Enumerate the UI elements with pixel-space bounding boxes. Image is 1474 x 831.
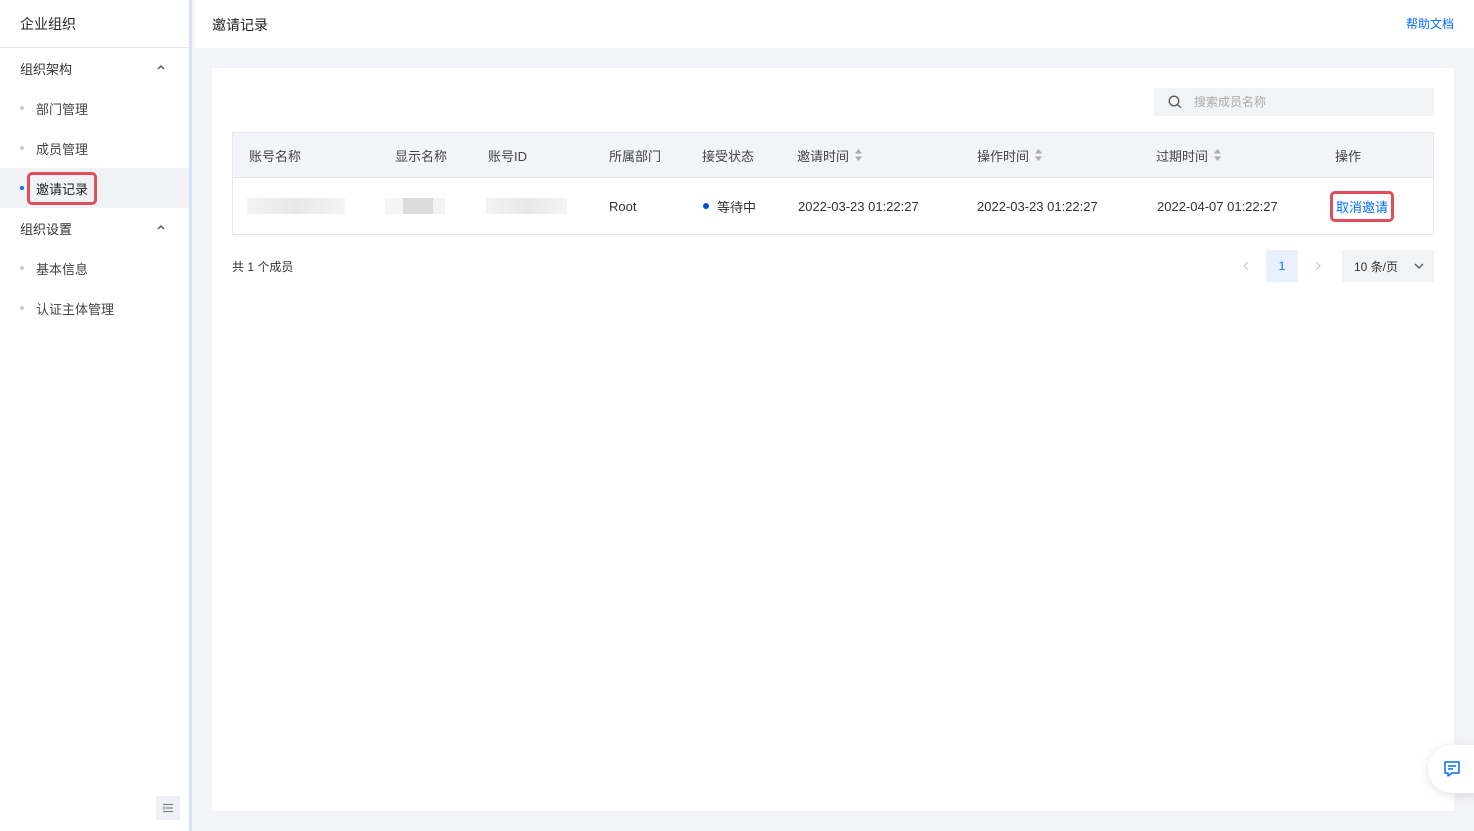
redacted-text [247,198,345,214]
collapse-icon [162,803,173,813]
column-header-department: 所属部门 [609,148,662,164]
column-header-invite-time[interactable]: 邀请时间 [797,133,863,177]
sidebar-item-departments[interactable]: 部门管理 [0,88,189,128]
chevron-up-icon [157,64,165,72]
redacted-text [486,198,567,214]
sidebar-item-label: 基本信息 [36,261,89,277]
app: 企业组织 组织架构 部门管理 成员管理 邀请记录 组织设置 基本信息 认证主体管… [0,0,1474,831]
sidebar-item-basic-info[interactable]: 基本信息 [0,248,189,288]
search-input[interactable] [1194,95,1414,109]
content-panel: 账号名称 显示名称 账号ID 所属部门 接受状态 邀请时间 操作时间 [212,68,1454,811]
chevron-down-icon [1414,263,1424,269]
column-header-operate-time[interactable]: 操作时间 [977,133,1043,177]
status-label: 等待中 [717,199,757,215]
chevron-left-icon [1243,261,1249,271]
sidebar-group-label: 组织设置 [20,221,73,237]
table-row: Root 等待中 2022-03-23 01:22:27 2022-03-23 … [233,178,1433,234]
search-box[interactable] [1154,88,1434,116]
column-header-account-name: 账号名称 [249,148,302,164]
cell-invite-time: 2022-03-23 01:22:27 [798,198,919,214]
sort-icon[interactable] [1034,148,1043,162]
column-header-display-name: 显示名称 [395,148,448,164]
sidebar-title: 企业组织 [0,0,189,48]
cell-account-name [247,178,345,234]
sidebar-item-label: 部门管理 [36,101,89,117]
cell-status: 等待中 [703,178,756,234]
chevron-up-icon [157,224,165,232]
column-header-expire-time[interactable]: 过期时间 [1156,133,1222,177]
page-number-button[interactable]: 1 [1266,250,1298,282]
sort-icon[interactable] [854,148,863,162]
cell-department: Root [609,198,637,214]
column-label: 邀请时间 [797,148,850,164]
page-size-label: 10 条/页 [1354,259,1399,274]
sidebar: 企业组织 组织架构 部门管理 成员管理 邀请记录 组织设置 基本信息 认证主体管… [0,0,192,831]
cell-display-name [385,178,445,234]
bullet-icon [20,186,24,190]
bullet-icon [20,106,24,110]
column-label: 过期时间 [1156,148,1209,164]
chat-icon [1444,761,1460,777]
sidebar-item-label: 成员管理 [36,141,89,157]
search-icon [1168,95,1182,109]
next-page-button[interactable] [1302,250,1334,282]
sidebar-group-org-settings[interactable]: 组织设置 [0,208,189,248]
collapse-sidebar-button[interactable] [156,796,180,820]
total-count: 共 1 个成员 [232,260,294,274]
column-header-action: 操作 [1335,148,1362,164]
cancel-invite-link[interactable]: 取消邀请 [1330,190,1395,222]
bullet-icon [20,146,24,150]
chevron-right-icon [1315,261,1321,271]
invite-table: 账号名称 显示名称 账号ID 所属部门 接受状态 邀请时间 操作时间 过期时间 … [232,132,1434,235]
sidebar-group-org-structure[interactable]: 组织架构 [0,48,189,88]
bullet-icon [20,306,24,310]
feedback-button[interactable] [1428,745,1474,793]
pagination: 1 10 条/页 [1230,250,1434,282]
sidebar-group-label: 组织架构 [20,61,73,77]
help-docs-link[interactable]: 帮助文档 [1406,15,1454,32]
column-header-account-id: 账号ID [488,148,528,164]
bullet-icon [20,266,24,270]
sidebar-item-auth-entity[interactable]: 认证主体管理 [0,288,189,328]
prev-page-button[interactable] [1230,250,1262,282]
cell-operate-time: 2022-03-23 01:22:27 [977,198,1098,214]
sidebar-item-label: 认证主体管理 [36,301,115,317]
status-dot-icon [703,203,709,209]
redacted-text [385,198,445,214]
page-title: 邀请记录 [212,17,268,33]
cell-expire-time: 2022-04-07 01:22:27 [1157,198,1278,214]
cell-account-id [486,178,567,234]
page-header: 邀请记录 帮助文档 [195,0,1474,48]
page-size-select[interactable]: 10 条/页 [1342,250,1434,282]
sidebar-item-label: 邀请记录 [27,171,98,205]
sidebar-item-members[interactable]: 成员管理 [0,128,189,168]
cell-action: 取消邀请 [1330,178,1395,234]
sidebar-item-invite-records[interactable]: 邀请记录 [0,168,189,208]
sort-icon[interactable] [1213,148,1222,162]
column-header-status: 接受状态 [702,148,755,164]
column-label: 操作时间 [977,148,1030,164]
table-header: 账号名称 显示名称 账号ID 所属部门 接受状态 邀请时间 操作时间 过期时间 … [233,133,1433,178]
